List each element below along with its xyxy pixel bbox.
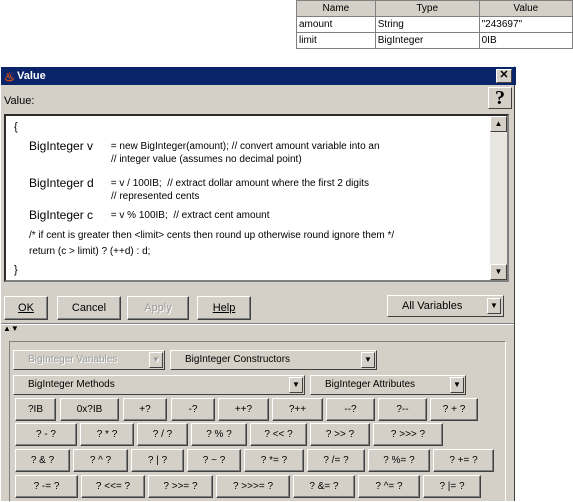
attributes-select-label: BigInteger Attributes [325, 379, 416, 390]
code-line-return: return (c > limit) ? (++d) : d; [29, 246, 151, 257]
variable-type-cell[interactable]: BigInteger [374, 32, 480, 49]
code-line-v-rest: = new BigInteger(amount); // convert amo… [108, 141, 380, 152]
chevron-down-icon: ▼ [487, 298, 501, 314]
code-line-decl-c: BigInteger c [29, 208, 94, 222]
close-button[interactable]: ✕ [496, 69, 512, 83]
value-dialog: ♨ Value ✕ Value: ? { BigInteger v = new … [0, 66, 516, 502]
constructors-select[interactable]: BigInteger Constructors ▼ [170, 350, 377, 370]
operator-button[interactable]: ? << ? [250, 423, 307, 446]
methods-select[interactable]: BigInteger Methods ▼ [13, 375, 305, 395]
variable-scope-select[interactable]: All Variables ▼ [387, 295, 504, 317]
operator-button[interactable]: ? ^ ? [73, 449, 128, 472]
dialog-title: Value [17, 70, 46, 82]
operator-button[interactable]: ? &= ? [293, 475, 355, 498]
code-close-brace: } [14, 264, 18, 276]
code-editor[interactable]: { BigInteger v = new BigInteger(amount);… [4, 114, 509, 282]
operator-button[interactable]: --? [326, 398, 375, 421]
help-button[interactable]: Help [197, 296, 251, 320]
java-cup-icon: ♨ [4, 70, 15, 84]
operator-button[interactable]: ? >> ? [310, 423, 370, 446]
operator-button[interactable]: ? + ? [430, 398, 478, 421]
cancel-button[interactable]: Cancel [57, 296, 121, 320]
operator-button[interactable]: ? - ? [15, 423, 77, 446]
operator-button[interactable]: ?IB [15, 398, 56, 421]
variables-select[interactable]: BigInteger Variables ▼ [13, 350, 165, 370]
operator-button[interactable]: ? * ? [80, 423, 134, 446]
operator-button[interactable]: ? += ? [433, 449, 494, 472]
variable-value-cell[interactable]: 0IB [478, 32, 573, 49]
operator-button[interactable]: ?++ [272, 398, 323, 421]
operator-button[interactable]: ? ~ ? [187, 449, 241, 472]
scroll-up-button[interactable]: ▲ [490, 116, 507, 132]
collapse-expand-toggle[interactable]: ▲▼ [3, 325, 19, 333]
expression-builder-panel: BigInteger Variables ▼ BigInteger Constr… [9, 341, 506, 502]
apply-button-label: Apply [144, 302, 172, 314]
chevron-down-icon: ▼ [289, 377, 303, 393]
code-line-v-comment: // integer value (assumes no decimal poi… [111, 154, 302, 165]
question-mark-icon: ? [495, 87, 505, 109]
ok-button[interactable]: OK [4, 296, 48, 320]
code-line-decl-d: BigInteger d [29, 176, 94, 190]
code-line-c-rest: = v % 100IB; // extract cent amount [108, 210, 270, 221]
operator-button[interactable]: +? [123, 398, 167, 421]
operator-button[interactable]: ?-- [378, 398, 427, 421]
apply-button[interactable]: Apply [127, 296, 189, 320]
chevron-down-icon: ▼ [361, 352, 375, 368]
code-line-decl-v: BigInteger v [29, 139, 94, 153]
chevron-down-icon: ▼ [149, 352, 163, 368]
attributes-select[interactable]: BigInteger Attributes ▼ [310, 375, 466, 395]
variables-select-label: BigInteger Variables [28, 354, 118, 365]
operator-button[interactable]: -? [171, 398, 215, 421]
operator-button[interactable]: ? ^= ? [358, 475, 420, 498]
value-label: Value: [4, 95, 35, 107]
constructors-select-label: BigInteger Constructors [185, 354, 291, 365]
code-line-d-comment: // represented cents [111, 191, 200, 202]
column-header-name[interactable]: Name [296, 0, 376, 17]
variable-value-cell[interactable]: "243697" [478, 16, 573, 33]
operator-button[interactable]: 0x?IB [60, 398, 119, 421]
operator-button[interactable]: ? |= ? [423, 475, 481, 498]
arrow-down-icon: ▼ [494, 267, 503, 276]
triangle-up-icon: ▲ [3, 324, 11, 333]
operator-button[interactable]: ? >>= ? [148, 475, 213, 498]
close-icon: ✕ [499, 69, 509, 81]
operator-button[interactable]: ? /= ? [307, 449, 365, 472]
operator-button[interactable]: ? / ? [137, 423, 188, 446]
methods-select-label: BigInteger Methods [28, 379, 115, 390]
cancel-button-label: Cancel [71, 302, 107, 314]
section-divider [1, 323, 514, 325]
table-row[interactable]: amount String "243697" [296, 16, 573, 33]
ok-button-label: OK [18, 302, 34, 314]
operator-button[interactable]: ? & ? [15, 449, 70, 472]
title-bar[interactable]: ♨ Value ✕ [1, 67, 516, 85]
operator-button[interactable]: ? <<= ? [81, 475, 145, 498]
vertical-scrollbar[interactable]: ▲ ▼ [490, 116, 507, 280]
context-help-button[interactable]: ? [488, 87, 512, 109]
variable-name-cell[interactable]: limit [296, 32, 376, 49]
variable-name-cell[interactable]: amount [296, 16, 376, 33]
code-open-brace: { [14, 121, 18, 133]
help-button-label: Help [212, 302, 236, 314]
code-line-comment: /* if cent is greater then <limit> cents… [29, 230, 395, 241]
code-line-d-rest: = v / 100IB; // extract dollar amount wh… [108, 178, 369, 189]
operator-button[interactable]: ? % ? [191, 423, 247, 446]
variables-table: Name Type Value amount String "243697" l… [296, 0, 573, 49]
variable-type-cell[interactable]: String [374, 16, 480, 33]
operator-button[interactable]: ? >>>= ? [216, 475, 290, 498]
operator-button[interactable]: ? -= ? [15, 475, 78, 498]
column-header-value[interactable]: Value [478, 0, 573, 17]
operator-button[interactable]: ? | ? [131, 449, 184, 472]
chevron-down-icon: ▼ [450, 377, 464, 393]
code-text-area[interactable]: { BigInteger v = new BigInteger(amount);… [6, 116, 490, 280]
table-row[interactable]: limit BigInteger 0IB [296, 32, 573, 49]
operator-button[interactable]: ? %= ? [368, 449, 430, 472]
scroll-down-button[interactable]: ▼ [490, 264, 507, 280]
operator-button[interactable]: ++? [218, 398, 269, 421]
operator-button[interactable]: ? *= ? [244, 449, 304, 472]
triangle-down-icon: ▼ [10, 324, 19, 333]
column-header-type[interactable]: Type [374, 0, 480, 17]
arrow-up-icon: ▲ [494, 119, 503, 128]
variable-scope-value: All Variables [402, 300, 463, 312]
operator-button[interactable]: ? >>> ? [373, 423, 443, 446]
